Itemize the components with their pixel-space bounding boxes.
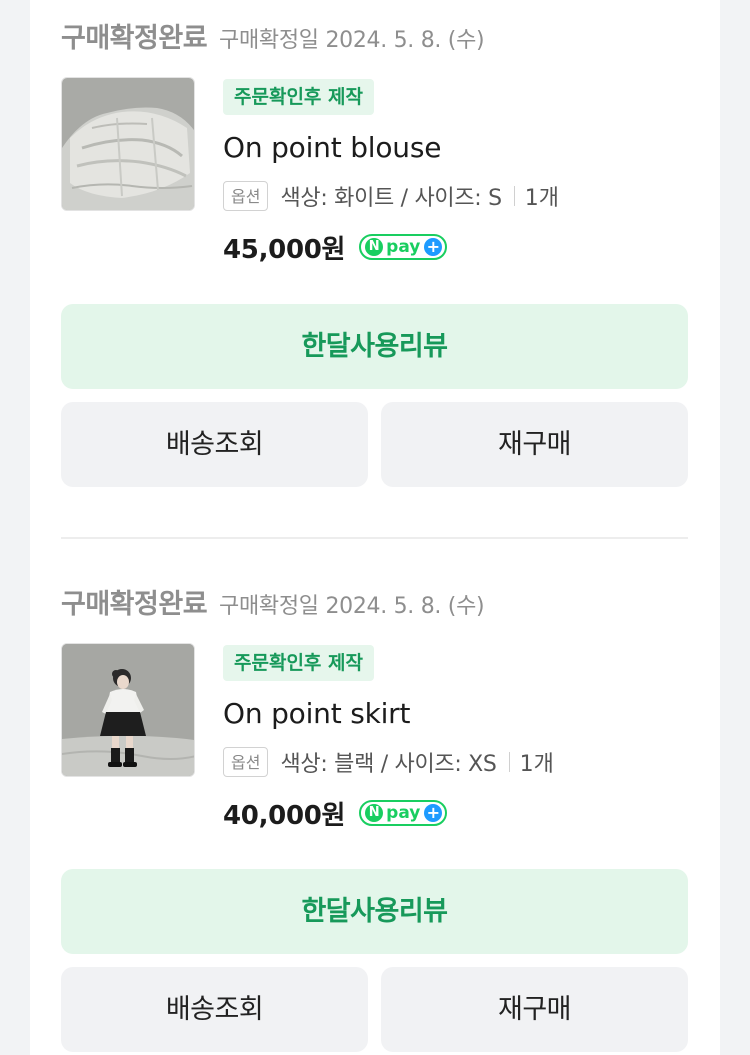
monthly-review-button[interactable]: 한달사용리뷰: [61, 869, 688, 954]
npay-n-icon: N: [365, 238, 384, 256]
option-text: 색상: 화이트 / 사이즈: S: [280, 186, 502, 211]
order-divider: [61, 537, 688, 539]
price: 45,000원: [223, 234, 346, 265]
option-row: 옵션 색상: 화이트 / 사이즈: S 1개: [223, 179, 559, 213]
npay-label: pay: [386, 803, 421, 823]
naver-pay-plus-icon: N pay +: [359, 234, 448, 260]
reorder-button[interactable]: 재구매: [381, 402, 688, 487]
product-name[interactable]: On point skirt: [223, 697, 410, 730]
product-info: 주문확인후 제작 On point blouse 옵션 색상: 화이트 / 사이…: [223, 79, 683, 269]
order-status-line: 구매확정완료 구매확정일 2024. 5. 8. (수): [61, 582, 485, 622]
track-delivery-button[interactable]: 배송조회: [61, 967, 368, 1052]
price: 40,000원: [223, 800, 346, 831]
product-name[interactable]: On point blouse: [223, 131, 441, 164]
naver-pay-plus-icon: N pay +: [359, 800, 448, 826]
product-thumbnail[interactable]: [61, 77, 195, 211]
npay-n-icon: N: [365, 804, 384, 822]
npay-plus-icon: +: [424, 804, 443, 822]
npay-label: pay: [386, 237, 421, 257]
order-status-line: 구매확정완료 구매확정일 2024. 5. 8. (수): [61, 16, 485, 56]
option-row: 옵션 색상: 블랙 / 사이즈: XS 1개: [223, 745, 554, 779]
price-row: 40,000원 N pay +: [223, 795, 448, 831]
product-info: 주문확인후 제작 On point skirt 옵션 색상: 블랙 / 사이즈:…: [223, 645, 683, 835]
product-thumbnail[interactable]: [61, 643, 195, 777]
made-to-order-badge: 주문확인후 제작: [223, 645, 374, 681]
blouse-product-image: [62, 78, 194, 210]
order-status: 구매확정완료: [61, 589, 208, 620]
price-row: 45,000원 N pay +: [223, 229, 448, 265]
track-delivery-button[interactable]: 배송조회: [61, 402, 368, 487]
option-separator: [508, 752, 510, 772]
option-separator: [513, 186, 515, 206]
option-tag: 옵션: [223, 181, 269, 211]
option-tag: 옵션: [223, 747, 269, 777]
reorder-button[interactable]: 재구매: [381, 967, 688, 1052]
confirm-date: 구매확정일 2024. 5. 8. (수): [219, 28, 485, 53]
quantity: 1개: [519, 752, 554, 777]
option-text: 색상: 블랙 / 사이즈: XS: [280, 752, 497, 777]
quantity: 1개: [524, 186, 559, 211]
order-list-card: 구매확정완료 구매확정일 2024. 5. 8. (수) 주문확인후 제작 On…: [30, 0, 720, 1055]
made-to-order-badge: 주문확인후 제작: [223, 79, 374, 115]
confirm-date: 구매확정일 2024. 5. 8. (수): [219, 594, 485, 619]
skirt-product-image: [62, 644, 194, 776]
order-status: 구매확정완료: [61, 23, 208, 54]
monthly-review-button[interactable]: 한달사용리뷰: [61, 304, 688, 389]
npay-plus-icon: +: [424, 238, 443, 256]
